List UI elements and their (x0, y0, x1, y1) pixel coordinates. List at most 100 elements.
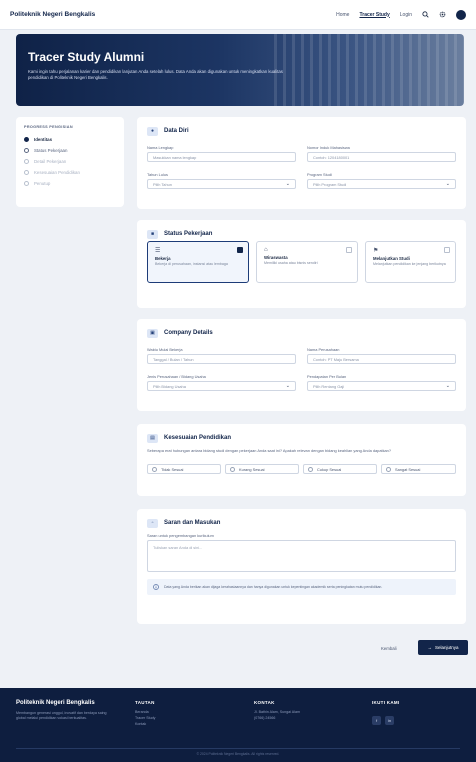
next-button[interactable]: → Selanjutnya (418, 640, 468, 655)
gear-icon[interactable] (439, 11, 446, 18)
step-detail-pekerjaan[interactable]: Detail Pekerjaan (24, 156, 116, 167)
facebook-icon[interactable]: f (372, 716, 381, 725)
book-icon: ▤ (147, 433, 158, 443)
chevron-down-icon: ⌄ (445, 383, 450, 389)
nav-link-tracer-study[interactable]: Tracer Study (359, 12, 389, 18)
step-penutup[interactable]: Penutup (24, 178, 116, 189)
step-label: Kesesuaian Pendidikan (34, 170, 80, 175)
option-desc: Memiliki usaha atau bisnis sendiri (264, 261, 318, 265)
selected-value: Pilih Tahun (153, 181, 172, 187)
selected-value: Pilih Bidang Usaha (153, 383, 186, 389)
step-dot (24, 159, 29, 164)
footer-phone: (0766) 24566 (254, 716, 276, 720)
step-dot (24, 181, 29, 186)
privacy-note: Data yang Anda berikan akan dijaga kerah… (147, 579, 456, 595)
graduation-icon: ⚑ (373, 248, 379, 254)
nim-label: Nomor Induk Mahasiswa (307, 145, 350, 150)
selected-value: Pilih Program Studi (313, 181, 347, 187)
chevron-down-icon: ⌄ (445, 181, 450, 187)
saran-textarea[interactable]: Tuliskan saran Anda di sini... (147, 540, 456, 572)
scale-label: Cukup Sesuai (317, 466, 342, 472)
sector-select[interactable]: Pilih Bidang Usaha ⌄ (147, 381, 296, 391)
back-button[interactable]: Kembali (381, 643, 397, 653)
footer-links-column: TAUTAN Beranda Tracer Study Kontak (135, 700, 155, 727)
building-icon: ▣ (147, 328, 158, 338)
nav-link-login[interactable]: Login (400, 12, 412, 18)
name-field[interactable]: Masukkan nama lengkap (147, 152, 296, 162)
radio-icon (308, 466, 313, 472)
option-desc: Melanjutkan pendidikan ke jenjang beriku… (373, 262, 446, 266)
scale-label: Sangat Sesuai (395, 466, 421, 472)
chevron-down-icon: ⌄ (285, 181, 290, 187)
scale-option-1[interactable]: Tidak Sesuai (147, 464, 221, 474)
prodi-label: Program Studi (307, 172, 332, 177)
company-name-field[interactable]: Contoh: PT Maju Bersama (307, 354, 456, 364)
saran-label: Saran untuk pengembangan kurikulum (147, 533, 214, 538)
status-option-studi[interactable]: ⚑ Melanjutkan Studi Melanjutkan pendidik… (365, 241, 456, 283)
footer-contact-column: KONTAK Jl. Bathin Alam, Sungai Alam (076… (254, 700, 300, 721)
step-dot (24, 148, 29, 153)
option-desc: Bekerja di perusahaan, instansi atau lem… (155, 262, 228, 266)
section-title: Kesesuaian Pendidikan (164, 435, 232, 441)
option-name: Wiraswasta (264, 255, 288, 260)
nav-link-home[interactable]: Home (336, 12, 349, 18)
section-title: Data Diri (164, 128, 189, 134)
step-identitas[interactable]: Identitas (24, 134, 116, 145)
step-status-pekerjaan[interactable]: Status Pekerjaan (24, 145, 116, 156)
search-icon[interactable] (422, 11, 429, 18)
scale-option-4[interactable]: Sangat Sesuai (381, 464, 456, 474)
user-avatar[interactable] (456, 9, 466, 20)
card-status-pekerjaan: ■ Status Pekerjaan ☰ Bekerja Bekerja di p… (137, 220, 466, 308)
page: Politeknik Negeri Bengkalis Home Tracer … (0, 0, 476, 762)
scale-option-3[interactable]: Cukup Sesuai (303, 464, 377, 474)
step-label: Detail Pekerjaan (34, 159, 67, 164)
step-label: Identitas (34, 137, 53, 142)
year-select[interactable]: Pilih Tahun ⌄ (147, 179, 296, 189)
company-label: Nama Perusahaan (307, 347, 340, 352)
radio-icon (152, 466, 157, 472)
year-label: Tahun Lulus (147, 172, 168, 177)
footer-description: Membangun generasi unggul, inovatif dan … (16, 711, 107, 720)
sector-label: Jenis Perusahaan / Bidang Usaha (147, 374, 206, 379)
copyright: © 2024 Politeknik Negeri Bengkalis. All … (196, 752, 280, 756)
prodi-select[interactable]: Pilih Program Studi ⌄ (307, 179, 456, 189)
card-data-diri: ● Data Diri Nama Lengkap Masukkan nama le… (137, 117, 466, 209)
status-option-wiraswasta[interactable]: ⌂ Wiraswasta Memiliki usaha atau bisnis … (256, 241, 358, 283)
start-date-field[interactable]: Tanggal / Bulan / Tahun (147, 354, 296, 364)
step-kesesuaian[interactable]: Kesesuaian Pendidikan (24, 167, 116, 178)
section-title: Saran dan Masukan (164, 520, 221, 526)
progress-stepper: PROGRESS PENGISIAN Identitas Status Peke… (16, 117, 124, 207)
status-option-bekerja[interactable]: ☰ Bekerja Bekerja di perusahaan, instans… (147, 241, 249, 283)
step-label: Status Pekerjaan (34, 148, 68, 153)
start-date-label: Waktu Mulai Bekerja (147, 347, 183, 352)
footer-link[interactable]: Kontak (135, 721, 155, 727)
step-label: Penutup (34, 181, 51, 186)
placeholder: Tanggal / Bulan / Tahun (153, 356, 194, 362)
radio-icon (386, 466, 391, 472)
page-title: Tracer Study Alumni (28, 50, 145, 64)
brand-logo-text[interactable]: Politeknik Negeri Bengkalis (10, 11, 95, 18)
hero-banner: Tracer Study Alumni Kami ingin tahu perj… (16, 34, 464, 106)
placeholder: Tuliskan saran Anda di sini... (153, 545, 203, 550)
radio-indicator (444, 247, 450, 253)
chevron-down-icon: ⌄ (285, 383, 290, 389)
footer-heading: KONTAK (254, 700, 275, 705)
radio-icon (230, 466, 235, 472)
radio-indicator (237, 247, 243, 253)
store-icon: ⌂ (264, 247, 268, 253)
footer: Politeknik Negeri Bengkalis Membangun ge… (0, 688, 476, 762)
linkedin-icon[interactable]: in (385, 716, 394, 725)
footer-heading: TAUTAN (135, 700, 155, 705)
footer-divider (16, 748, 460, 749)
scale-option-2[interactable]: Kurang Sesuai (225, 464, 299, 474)
placeholder: Masukkan nama lengkap (153, 154, 197, 160)
option-name: Bekerja (155, 256, 171, 261)
scale-label: Kurang Sesuai (239, 466, 265, 472)
selected-value: Pilih Rentang Gaji (313, 383, 345, 389)
note-text: Data yang Anda berikan akan dijaga kerah… (164, 584, 383, 589)
nim-field[interactable]: Contoh: 1204180001 (307, 152, 456, 162)
footer-brand: Politeknik Negeri Bengkalis (16, 700, 95, 706)
info-icon (153, 584, 159, 590)
placeholder: Contoh: 1204180001 (313, 154, 350, 160)
salary-select[interactable]: Pilih Rentang Gaji ⌄ (307, 381, 456, 391)
